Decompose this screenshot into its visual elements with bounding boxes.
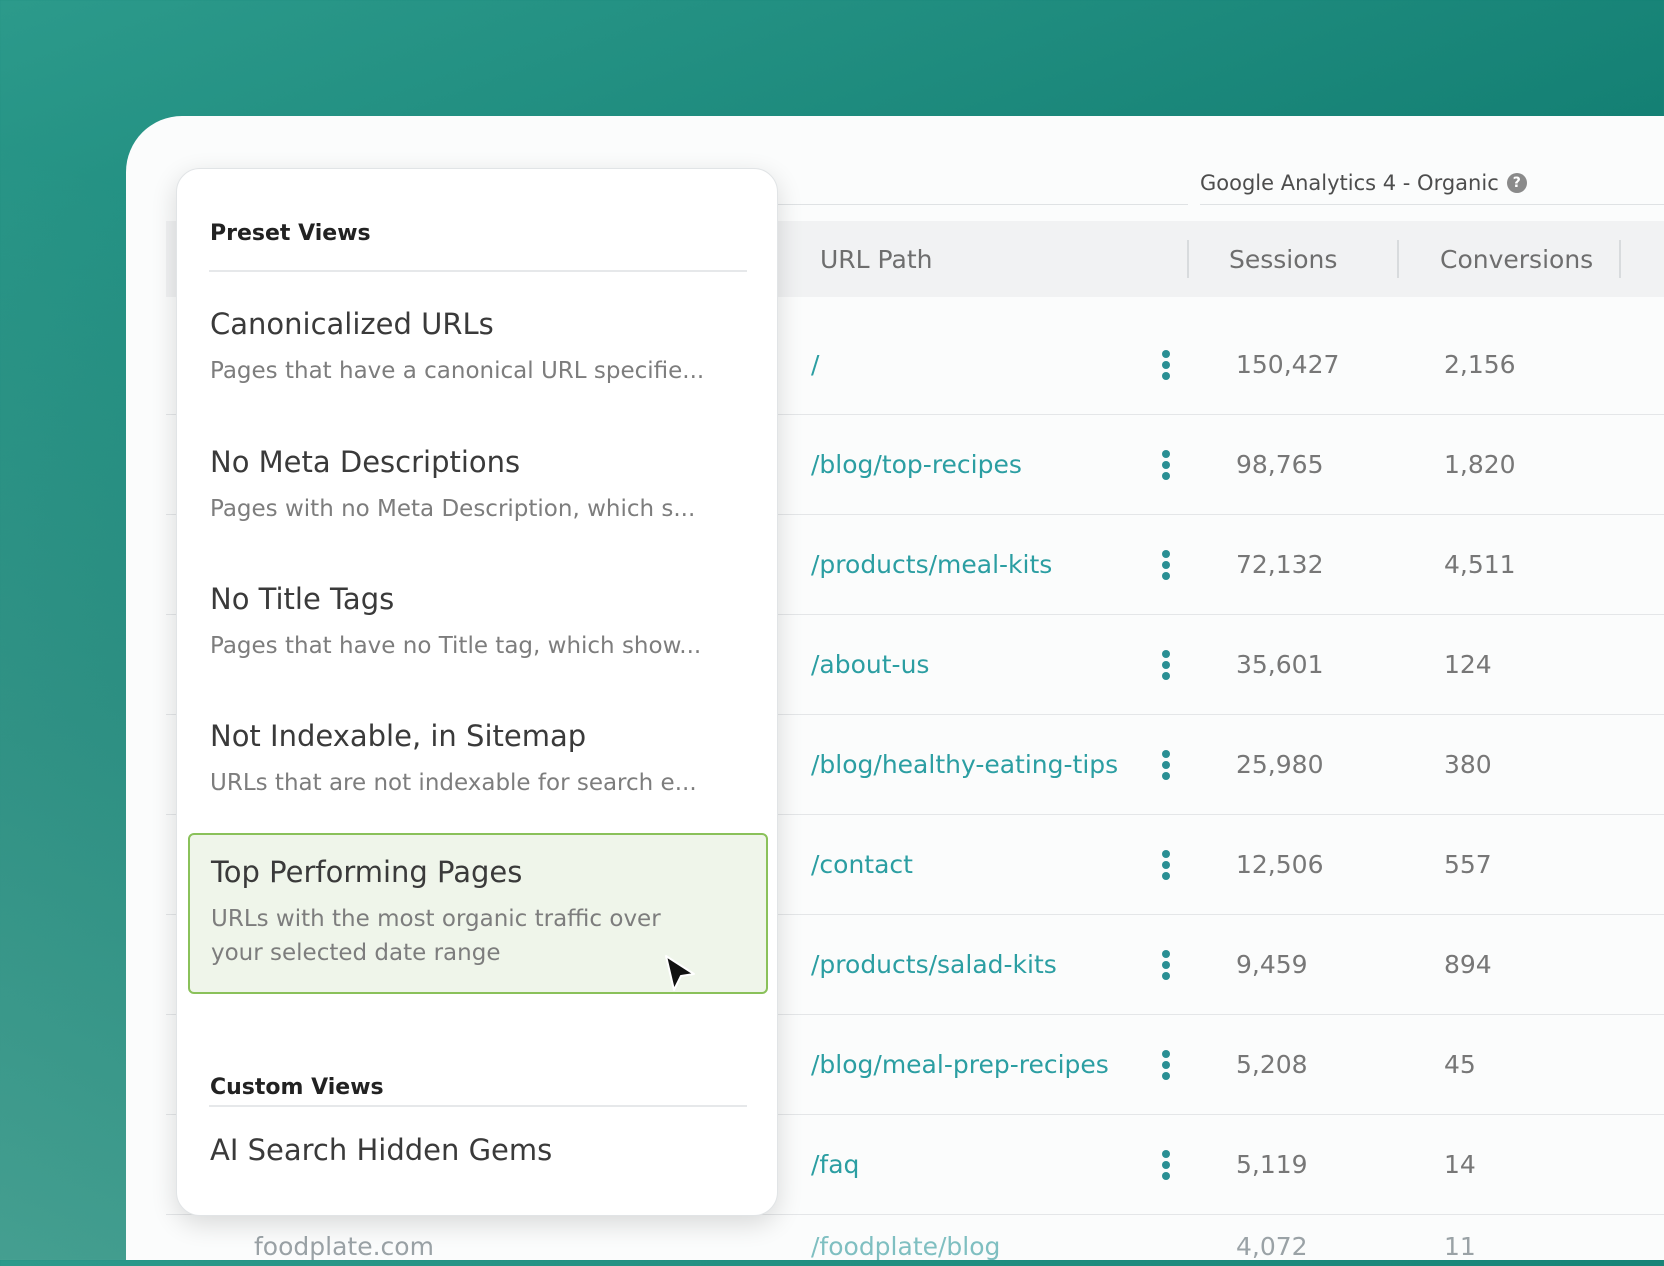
item-description: Pages with no Meta Description, which s.… [210,496,696,522]
data-source-label: Google Analytics 4 - Organic ? [1200,168,1527,198]
divider [209,270,747,272]
conversions-cell: 11 [1444,1232,1476,1261]
item-description: URLs that are not indexable for search e… [210,770,697,796]
help-icon[interactable]: ? [1506,173,1527,193]
conversions-cell: 2,156 [1444,349,1516,379]
row-menu-icon[interactable] [1161,850,1171,880]
item-title: AI Search Hidden Gems [210,1133,553,1167]
preset-item-no-title-tags[interactable]: No Title Tags Pages that have no Title t… [210,582,750,663]
mouse-cursor-icon [665,955,695,991]
preset-views-heading: Preset Views [210,221,371,246]
item-title: Canonicalized URLs [210,307,494,341]
url-link[interactable]: /blog/top-recipes [811,414,1022,514]
domain-cell: foodplate.com [254,1232,434,1261]
row-menu-icon[interactable] [1161,350,1171,380]
url-link[interactable]: /faq [811,1114,859,1214]
url-link[interactable]: /blog/meal-prep-recipes [811,1014,1109,1114]
preset-item-not-indexable-in-sitemap[interactable]: Not Indexable, in Sitemap URLs that are … [210,719,750,800]
divider [776,204,1188,205]
column-header-sessions[interactable]: Sessions [1229,221,1337,297]
url-link[interactable]: /products/meal-kits [811,514,1052,614]
item-title: No Meta Descriptions [210,445,521,479]
conversions-cell: 1,820 [1444,449,1516,479]
row-menu-icon[interactable] [1161,1050,1171,1080]
conversions-cell: 894 [1444,949,1492,979]
sessions-cell: 5,208 [1236,1049,1308,1079]
item-description: URLs with the most organic traffic over … [211,906,661,966]
sessions-cell: 150,427 [1236,349,1340,379]
url-link[interactable]: /foodplate/blog [811,1232,1000,1261]
sessions-cell: 35,601 [1236,649,1324,679]
sessions-cell: 5,119 [1236,1149,1308,1179]
column-resize-handle[interactable] [1187,240,1189,278]
row-menu-icon[interactable] [1161,650,1171,680]
url-link[interactable]: /contact [811,814,913,914]
item-title: Top Performing Pages [211,855,523,889]
conversions-cell: 14 [1444,1149,1476,1179]
sessions-cell: 12,506 [1236,849,1324,879]
divider [209,1105,747,1107]
conversions-cell: 124 [1444,649,1492,679]
conversions-cell: 380 [1444,749,1492,779]
url-link[interactable]: /blog/healthy-eating-tips [811,714,1118,814]
column-resize-handle[interactable] [1619,240,1621,278]
sessions-cell: 4,072 [1236,1232,1308,1261]
view-selector-dropdown: Preset Views Canonicalized URLs Pages th… [176,168,778,1216]
conversions-cell: 45 [1444,1049,1476,1079]
item-title: Not Indexable, in Sitemap [210,719,587,753]
item-title: No Title Tags [210,582,395,616]
conversions-cell: 4,511 [1444,549,1516,579]
table-row: foodplate.com /foodplate/blog 4,072 11 [166,1226,1664,1266]
column-header-conversions[interactable]: Conversions [1440,221,1593,297]
sessions-cell: 9,459 [1236,949,1308,979]
column-resize-handle[interactable] [1397,240,1399,278]
custom-views-heading: Custom Views [210,1075,384,1100]
sessions-cell: 25,980 [1236,749,1324,779]
item-description: Pages that have a canonical URL specifie… [210,358,705,384]
conversions-cell: 557 [1444,849,1492,879]
column-header-url-path[interactable]: URL Path [820,221,932,297]
row-menu-icon[interactable] [1161,950,1171,980]
row-menu-icon[interactable] [1161,750,1171,780]
sessions-cell: 72,132 [1236,549,1324,579]
url-link[interactable]: /products/salad-kits [811,914,1057,1014]
preset-item-canonicalized-urls[interactable]: Canonicalized URLs Pages that have a can… [210,307,750,388]
custom-item-ai-search-hidden-gems[interactable]: AI Search Hidden Gems [210,1133,750,1167]
data-source-text: Google Analytics 4 - Organic [1200,171,1499,195]
sessions-cell: 98,765 [1236,449,1324,479]
row-menu-icon[interactable] [1161,550,1171,580]
divider [1200,204,1664,205]
row-menu-icon[interactable] [1161,450,1171,480]
preset-item-no-meta-descriptions[interactable]: No Meta Descriptions Pages with no Meta … [210,445,750,526]
item-description: Pages that have no Title tag, which show… [210,633,702,659]
url-link[interactable]: / [811,314,819,414]
url-link[interactable]: /about-us [811,614,929,714]
row-menu-icon[interactable] [1161,1150,1171,1180]
